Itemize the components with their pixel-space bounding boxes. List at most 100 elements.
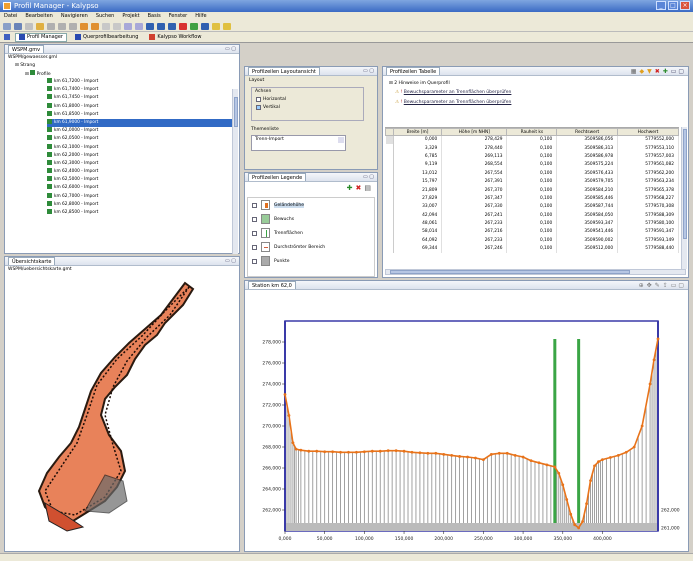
table-cell[interactable]: 3509586,978 (556, 152, 619, 161)
table-vscrollbar[interactable] (681, 127, 687, 269)
chart-edit-icon[interactable]: ✎ (655, 282, 660, 289)
river-map[interactable] (5, 275, 239, 551)
table-row[interactable]: 69,344 267,246 0,100 3509512,000 5779588,440 (385, 244, 679, 253)
table-row[interactable]: 64,092 267,233 0,100 3509590,002 5779593,149 (385, 236, 679, 245)
table-add-icon[interactable]: ✚ (663, 68, 668, 75)
table-vscroll-thumb[interactable] (683, 129, 687, 239)
tree-root[interactable]: ⊟ Strang (15, 62, 35, 70)
chart-pan-icon[interactable]: ✥ (647, 282, 652, 289)
menu-fenster[interactable]: Fenster (169, 12, 188, 21)
table-cell[interactable]: 9,119 (393, 160, 443, 170)
hint-title[interactable]: ⊟ 2 Hinweise im Querprofil (389, 80, 450, 88)
table-cell[interactable]: 5779557,003 (617, 152, 679, 161)
table-cell[interactable]: 5779580,100 (617, 219, 679, 228)
close-button[interactable]: × (680, 1, 690, 10)
legend-checkbox[interactable] (252, 202, 257, 208)
table-cell[interactable]: 0,100 (506, 244, 558, 253)
tree-item[interactable]: km 61,7400 - Import (47, 86, 232, 94)
tree-scroll-thumb[interactable] (234, 97, 238, 127)
table-cell[interactable]: 0,100 (506, 169, 558, 178)
table-cell[interactable]: 267,347 (441, 194, 508, 203)
profile-chart[interactable]: 262,000 264,000 266,000 268,000 270,000 272,0… (245, 291, 688, 551)
tree-scrollbar[interactable] (232, 89, 238, 254)
legend-checkbox[interactable] (252, 216, 257, 222)
column-header[interactable]: Höhe [m NHN] (441, 128, 508, 136)
layer-add-icon[interactable] (157, 22, 165, 30)
bulb-icon[interactable] (212, 22, 220, 30)
table-cell[interactable]: 5779552,000 (617, 135, 679, 144)
table-cell[interactable]: 3509541,446 (556, 227, 619, 237)
vertical-checkbox[interactable] (256, 104, 261, 110)
chart-export-icon[interactable]: ⇪ (663, 282, 668, 289)
menu-bearbeiten[interactable]: Bearbeiten (25, 12, 52, 21)
panel-controls-icon[interactable]: ▭ ▢ (225, 45, 236, 54)
table-cell[interactable]: 5779591,347 (617, 227, 679, 237)
table-row[interactable]: 42,094 267,241 0,100 3509584,050 5779588,309 (385, 211, 679, 220)
table-cell[interactable]: 3509579,705 (556, 177, 619, 186)
table-cell[interactable]: 268,554 (441, 160, 508, 170)
table-view-icon[interactable]: ▦ (631, 68, 637, 75)
table-delete-icon[interactable]: ✖ (655, 68, 660, 75)
layer-remove-icon[interactable] (168, 22, 176, 30)
legend-checkbox[interactable] (252, 258, 257, 264)
menu-datei[interactable]: Datei (4, 12, 17, 21)
table-cell[interactable]: 3509587,744 (556, 202, 619, 212)
redo-icon[interactable] (91, 22, 99, 30)
save-icon[interactable] (14, 22, 22, 30)
table-cell[interactable]: 3509586,056 (556, 135, 619, 144)
table-cell[interactable]: 5779561,082 (617, 160, 679, 170)
tree-item[interactable]: km 62,4000 - Import (47, 168, 232, 176)
column-header[interactable]: Breite [m] (392, 128, 443, 136)
tree-item[interactable]: km 62,8500 - Import (47, 209, 232, 217)
table-row[interactable]: 3,329 278,440 0,100 3509586,313 5779553,110 (385, 143, 679, 153)
map-tab[interactable]: Übersichtskarte (8, 257, 56, 265)
legend-item[interactable]: Trennflächen (248, 226, 374, 240)
table-cell[interactable]: 267,330 (441, 202, 508, 212)
properties-icon[interactable]: ▤ (364, 184, 371, 192)
table-cell[interactable]: 0,100 (506, 152, 558, 161)
horizontal-checkbox[interactable] (256, 96, 261, 102)
run-icon[interactable] (190, 22, 198, 30)
legend-checkbox[interactable] (252, 244, 257, 250)
table-row[interactable]: 15,797 267,391 0,100 3509579,705 5779563,234 (385, 177, 679, 186)
table-cell[interactable]: 267,391 (441, 177, 508, 186)
table-hscrollbar[interactable] (385, 269, 686, 275)
table-cell[interactable]: 5779565,378 (617, 185, 679, 195)
table-cell[interactable]: 267,233 (441, 219, 508, 228)
chevron-down-icon[interactable] (338, 137, 344, 143)
tree-item[interactable]: km 62,0000 - Import (47, 127, 232, 135)
legend-item[interactable]: Bewuchs (248, 212, 374, 226)
table-cell[interactable]: 3509512,000 (556, 244, 619, 253)
table-cell[interactable]: 0,100 (506, 135, 558, 144)
table-cell[interactable]: 5779553,110 (617, 143, 679, 153)
print-icon[interactable] (25, 22, 33, 30)
tree-item[interactable]: km 61,8000 - Import (47, 102, 232, 111)
legend-tab[interactable]: Profilzeilen Legende (248, 173, 307, 181)
table-cell[interactable]: 3509584,210 (556, 185, 619, 195)
tree-item[interactable]: km 62,6000 - Import (47, 184, 232, 192)
tree-item[interactable]: km 62,5000 - Import (47, 176, 232, 184)
table-cell[interactable]: 267,370 (441, 185, 508, 195)
perspective-querprofil[interactable]: Querprofilbearbeitung (72, 33, 141, 42)
add-layer-icon[interactable]: ✚ (347, 184, 353, 192)
layout-controls-icon[interactable]: ▭ ▢ (363, 67, 374, 76)
column-header[interactable]: Hochwert (617, 128, 679, 136)
delete-icon[interactable] (179, 22, 187, 30)
search-icon[interactable] (102, 22, 110, 30)
undo-icon[interactable] (80, 22, 88, 30)
zoom-in-icon[interactable] (124, 22, 132, 30)
table-cell[interactable]: 267,554 (441, 169, 508, 178)
tree-item[interactable]: km 61,9000 - Import (47, 118, 232, 128)
perspective-open-icon[interactable] (4, 34, 10, 40)
table-cell[interactable]: 69,344 (393, 244, 443, 253)
remove-layer-icon[interactable]: ✖ (356, 184, 362, 192)
tree-item[interactable]: km 61,8500 - Import (47, 110, 232, 119)
tree-item[interactable]: km 62,0500 - Import (47, 135, 232, 143)
layer-icon[interactable] (146, 22, 154, 30)
legend-checkbox[interactable] (252, 230, 257, 236)
column-header[interactable]: Rechtswert (556, 128, 619, 136)
table-cell[interactable]: 278,429 (441, 135, 508, 144)
table-cell[interactable]: 15,797 (393, 177, 443, 186)
tree-item[interactable]: km 61,7450 - Import (47, 94, 232, 102)
chart-tab[interactable]: Station km 62,0 (248, 281, 296, 289)
